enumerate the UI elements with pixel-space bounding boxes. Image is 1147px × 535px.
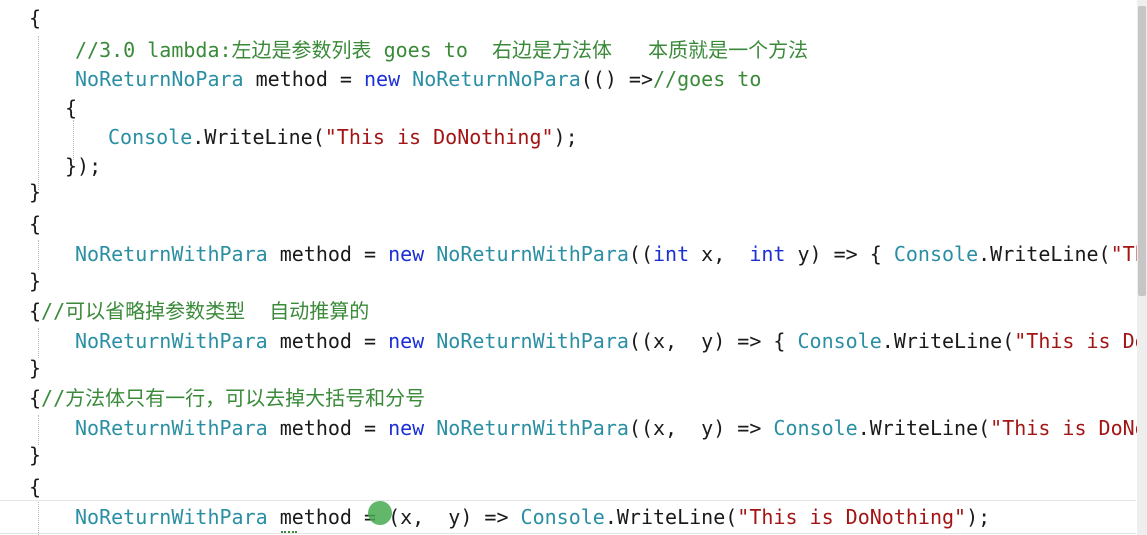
code-token-cmt: //方法体只有一行，可以去掉大括号和分号	[41, 386, 426, 410]
code-token-ident	[424, 242, 436, 266]
code-token-type: NoReturnWithPara	[436, 416, 629, 440]
code-token-pun: }	[29, 180, 42, 204]
code-token-str: "This is DoNothing"	[324, 125, 554, 149]
code-token-type: Console	[520, 505, 605, 529]
code-token-pun: {	[29, 6, 42, 30]
code-line[interactable]: NoReturnWithPara method = new NoReturnWi…	[75, 413, 1147, 443]
code-token-cmt: //goes to	[653, 67, 762, 91]
code-token-type: Console	[893, 242, 979, 266]
code-token-ident	[424, 416, 436, 440]
code-line[interactable]: }	[29, 266, 41, 296]
code-token-str: "This is DoNothing"	[737, 505, 967, 529]
code-token-ident: ((x, y) => {	[628, 329, 798, 353]
code-token-type: NoReturnNoPara	[412, 67, 581, 91]
code-editor[interactable]: { //3.0 lambda:左边是参数列表 goes to 右边是方法体 本质就…	[0, 0, 1147, 535]
code-token-ident: .WriteLine(	[604, 505, 738, 529]
code-token-ident	[400, 67, 412, 91]
indent-guide	[38, 502, 39, 535]
code-token-type: NoReturnWithPara	[75, 329, 268, 353]
code-token-ident: method =	[243, 67, 364, 91]
code-token-pun: );	[553, 125, 578, 149]
code-token-pun: {	[65, 96, 78, 120]
code-line[interactable]: {	[29, 209, 41, 239]
code-token-type: NoReturnWithPara	[75, 242, 268, 266]
code-token-ident: (x, y) =>	[388, 505, 521, 529]
suggestion-squiggle	[281, 529, 297, 533]
code-token-kw: int	[749, 242, 786, 266]
code-token-type: NoReturnNoPara	[75, 67, 244, 91]
code-token-pun: ((	[628, 242, 653, 266]
code-line[interactable]: NoReturnNoPara method = new NoReturnNoPa…	[75, 64, 761, 94]
code-token-type: NoReturnWithPara	[75, 416, 268, 440]
code-token-pun: (() =>	[580, 67, 653, 91]
code-token-ident: .WriteLine(	[978, 242, 1111, 266]
code-line[interactable]: {	[29, 3, 41, 33]
code-line[interactable]: {	[29, 472, 41, 502]
code-token-str: "This is DoNo	[1014, 329, 1147, 353]
code-token-kw: int	[653, 242, 690, 266]
code-token-type: Console	[797, 329, 882, 353]
cursor-indicator	[368, 501, 392, 525]
code-token-str: "This is DoNoth	[990, 416, 1147, 440]
code-token-type: Console	[773, 416, 858, 440]
code-token-type: NoReturnWithPara	[436, 329, 629, 353]
code-token-pun: {	[29, 212, 42, 236]
code-line[interactable]: NoReturnWithPara method = (x, y) => Cons…	[75, 502, 990, 532]
code-token-kw: new	[388, 416, 425, 440]
code-token-kw: new	[364, 67, 401, 91]
code-token-pun: });	[65, 154, 102, 178]
code-line[interactable]: }	[29, 177, 41, 207]
code-line[interactable]: NoReturnWithPara method = new NoReturnWi…	[75, 239, 1147, 269]
vertical-scrollbar[interactable]	[1137, 0, 1147, 535]
code-token-cmt: //3.0 lambda:左边是参数列表 goes to 右边是方法体 本质就是…	[75, 38, 809, 62]
code-line[interactable]: });	[65, 151, 101, 181]
code-token-type: NoReturnWithPara	[436, 242, 629, 266]
code-token-pun: }	[29, 443, 42, 467]
code-token-ident: method =	[267, 416, 389, 440]
code-line[interactable]: }	[29, 353, 41, 383]
code-token-ident: .WriteLine(	[881, 329, 1015, 353]
code-token-ident: .WriteLine(	[192, 125, 325, 149]
code-line[interactable]: {	[65, 93, 77, 123]
code-token-type: Console	[108, 125, 193, 149]
code-token-kw: new	[388, 242, 425, 266]
indent-guide	[38, 36, 39, 190]
scrollbar-thumb[interactable]	[1138, 6, 1146, 296]
code-line[interactable]: //3.0 lambda:左边是参数列表 goes to 右边是方法体 本质就是…	[75, 35, 808, 65]
code-token-ident: method =	[267, 242, 389, 266]
code-token-ident: y) => {	[785, 242, 894, 266]
code-token-pun: {	[29, 299, 42, 323]
code-token-pun: {	[29, 386, 42, 410]
code-line[interactable]: NoReturnWithPara method = new NoReturnWi…	[75, 326, 1147, 356]
code-token-ident: ((x, y) =>	[628, 416, 774, 440]
code-line[interactable]: {//方法体只有一行，可以去掉大括号和分号	[29, 383, 425, 413]
code-token-pun: {	[29, 475, 42, 499]
code-token-ident	[424, 329, 436, 353]
code-line[interactable]: Console.WriteLine("This is DoNothing");	[108, 122, 578, 152]
code-token-type: NoReturnWithPara	[75, 505, 268, 529]
code-token-ident: x,	[689, 242, 750, 266]
code-token-cmt: //可以省略掉参数类型 自动推算的	[41, 299, 370, 323]
code-token-pun: }	[29, 356, 42, 380]
code-token-kw: new	[388, 329, 425, 353]
code-token-pun: }	[29, 269, 42, 293]
code-line[interactable]: }	[29, 440, 41, 470]
code-token-ident: .WriteLine(	[857, 416, 991, 440]
code-line[interactable]: {//可以省略掉参数类型 自动推算的	[29, 296, 369, 326]
code-token-ident: method =	[267, 329, 389, 353]
code-token-pun: );	[966, 505, 991, 529]
